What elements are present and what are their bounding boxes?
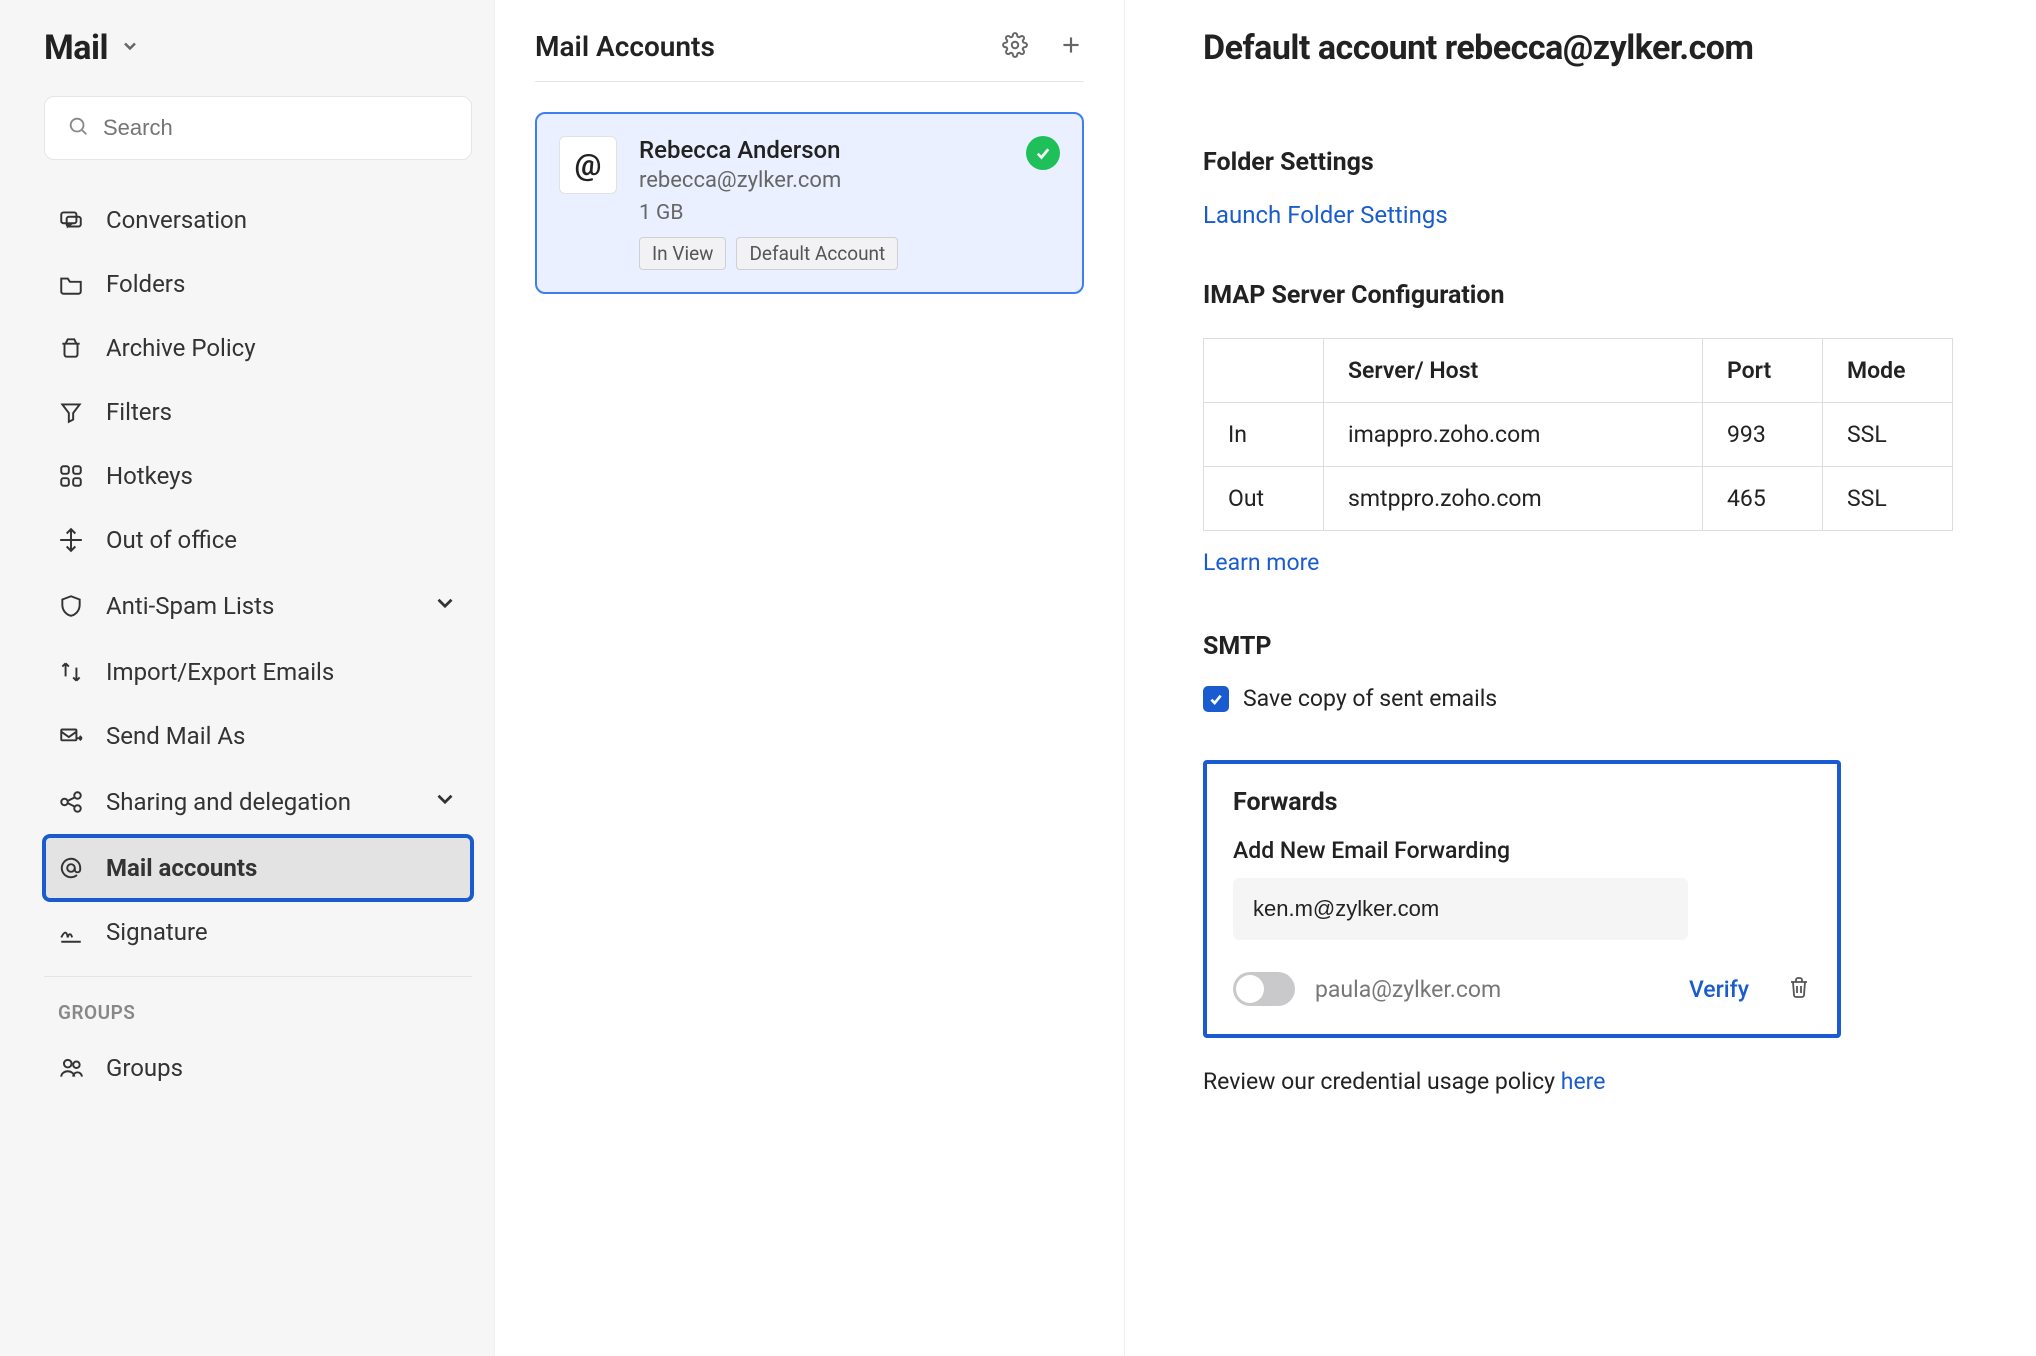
account-email: rebecca@zylker.com bbox=[639, 168, 898, 193]
col-mode: Mode bbox=[1823, 339, 1953, 403]
save-copy-checkbox[interactable] bbox=[1203, 686, 1229, 712]
pending-forward-email: paula@zylker.com bbox=[1315, 976, 1669, 1003]
forward-email-input[interactable] bbox=[1233, 878, 1688, 940]
accounts-column: Mail Accounts @ Rebecca Anderson rebecca… bbox=[495, 0, 1125, 1356]
at-icon: @ bbox=[559, 136, 617, 194]
shield-icon bbox=[58, 593, 84, 619]
imap-heading: IMAP Server Configuration bbox=[1203, 281, 1976, 310]
sidebar-item-filters[interactable]: Filters bbox=[44, 380, 472, 444]
signature-icon bbox=[58, 919, 84, 945]
imap-table: Server/ Host Port Mode In imappro.zoho.c… bbox=[1203, 338, 1953, 531]
forwards-section: Forwards Add New Email Forwarding paula@… bbox=[1203, 760, 1841, 1038]
search-input[interactable] bbox=[103, 115, 449, 141]
archive-icon bbox=[58, 335, 84, 361]
sidebar-item-sharing[interactable]: Sharing and delegation bbox=[44, 768, 472, 836]
sidebar-item-send-mail-as[interactable]: Send Mail As bbox=[44, 704, 472, 768]
sidebar-item-conversation[interactable]: Conversation bbox=[44, 188, 472, 252]
forwards-subheading: Add New Email Forwarding bbox=[1233, 837, 1811, 864]
forward-toggle[interactable] bbox=[1233, 972, 1295, 1006]
sidebar-item-folders[interactable]: Folders bbox=[44, 252, 472, 316]
launch-folder-settings-link[interactable]: Launch Folder Settings bbox=[1203, 201, 1976, 229]
settings-nav: Conversation Folders Archive Policy Filt… bbox=[44, 188, 472, 964]
sidebar-item-hotkeys[interactable]: Hotkeys bbox=[44, 444, 472, 508]
import-export-icon bbox=[58, 659, 84, 685]
check-icon bbox=[1026, 136, 1060, 170]
search-box[interactable] bbox=[44, 96, 472, 160]
share-icon bbox=[58, 789, 84, 815]
nav-group-heading: GROUPS bbox=[44, 976, 472, 1036]
account-size: 1 GB bbox=[639, 201, 898, 225]
filter-icon bbox=[58, 399, 84, 425]
save-copy-label: Save copy of sent emails bbox=[1243, 685, 1497, 712]
airplane-icon bbox=[58, 527, 84, 553]
page-title: Default account rebecca@zylker.com bbox=[1203, 28, 1976, 68]
table-row: In imappro.zoho.com 993 SSL bbox=[1204, 403, 1953, 467]
send-as-icon bbox=[58, 723, 84, 749]
forwards-heading: Forwards bbox=[1233, 788, 1811, 817]
col-server: Server/ Host bbox=[1324, 339, 1703, 403]
folder-settings-heading: Folder Settings bbox=[1203, 148, 1976, 177]
sidebar-item-signature[interactable]: Signature bbox=[44, 900, 472, 964]
learn-more-link[interactable]: Learn more bbox=[1203, 549, 1976, 576]
sidebar-item-import-export[interactable]: Import/Export Emails bbox=[44, 640, 472, 704]
account-name: Rebecca Anderson bbox=[639, 136, 898, 164]
sidebar-item-groups[interactable]: Groups bbox=[44, 1036, 472, 1100]
verify-button[interactable]: Verify bbox=[1689, 976, 1749, 1003]
table-row: Out smtppro.zoho.com 465 SSL bbox=[1204, 467, 1953, 531]
sidebar-item-out-of-office[interactable]: Out of office bbox=[44, 508, 472, 572]
at-icon bbox=[58, 855, 84, 881]
sidebar-title: Mail bbox=[44, 28, 108, 68]
smtp-heading: SMTP bbox=[1203, 632, 1976, 661]
add-icon[interactable] bbox=[1058, 32, 1084, 62]
policy-link[interactable]: here bbox=[1561, 1068, 1606, 1095]
accounts-title: Mail Accounts bbox=[535, 30, 715, 63]
trash-icon[interactable] bbox=[1787, 975, 1811, 1003]
search-icon bbox=[67, 115, 89, 141]
sidebar-item-anti-spam[interactable]: Anti-Spam Lists bbox=[44, 572, 472, 640]
badge-default: Default Account bbox=[736, 237, 898, 270]
chevron-down-icon bbox=[432, 786, 458, 818]
policy-text: Review our credential usage policy here bbox=[1203, 1068, 1976, 1095]
chevron-down-icon bbox=[432, 590, 458, 622]
groups-nav: Groups bbox=[44, 1036, 472, 1100]
groups-icon bbox=[58, 1055, 84, 1081]
account-detail: Default account rebecca@zylker.com Folde… bbox=[1125, 0, 2036, 1356]
account-card[interactable]: @ Rebecca Anderson rebecca@zylker.com 1 … bbox=[535, 112, 1084, 294]
conversation-icon bbox=[58, 207, 84, 233]
folder-icon bbox=[58, 271, 84, 297]
settings-sidebar: Mail Conversation Folders Archive Polic bbox=[0, 0, 495, 1356]
chevron-down-icon bbox=[120, 36, 140, 60]
hotkeys-icon bbox=[58, 463, 84, 489]
sidebar-item-mail-accounts[interactable]: Mail accounts bbox=[44, 836, 472, 900]
sidebar-title-row[interactable]: Mail bbox=[44, 28, 472, 68]
sidebar-item-archive-policy[interactable]: Archive Policy bbox=[44, 316, 472, 380]
badge-in-view: In View bbox=[639, 237, 726, 270]
gear-icon[interactable] bbox=[1002, 32, 1028, 62]
col-port: Port bbox=[1703, 339, 1823, 403]
